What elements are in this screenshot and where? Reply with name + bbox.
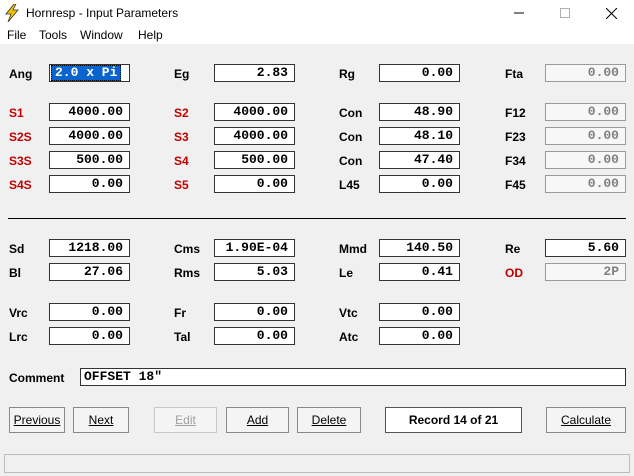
param-field-re-r5[interactable]: 5.60 (545, 239, 626, 257)
maximize-button[interactable] (542, 0, 588, 26)
param-field-lrc-r8[interactable]: 0.00 (49, 327, 130, 345)
param-field-tal-r8[interactable]: 0.00 (214, 327, 295, 345)
param-label-con-r3: Con (339, 154, 363, 168)
param-label-fr-r7: Fr (174, 306, 186, 320)
param-field-eg-r0[interactable]: 2.83 (214, 64, 295, 82)
menu-bar: File Tools Window Help (0, 26, 634, 44)
record-indicator: Record 14 of 21 (385, 407, 522, 433)
param-label-ang-r0: Ang (9, 67, 33, 81)
calculate-button[interactable]: Calculate (546, 407, 626, 433)
param-field-vrc-r7[interactable]: 0.00 (49, 303, 130, 321)
param-label-s2-r1: S2 (174, 106, 189, 120)
param-label-s5-r4: S5 (174, 178, 189, 192)
param-field-od-r6[interactable]: 2P (545, 263, 626, 281)
param-field-con-r2[interactable]: 48.10 (379, 127, 460, 145)
param-label-con-r2: Con (339, 130, 363, 144)
window-title: Hornresp - Input Parameters (26, 6, 179, 20)
param-field-fr-r7[interactable]: 0.00 (214, 303, 295, 321)
param-field-f34-r3[interactable]: 0.00 (545, 151, 626, 169)
param-label-rg-r0: Rg (339, 67, 355, 81)
section-divider (8, 218, 626, 219)
param-label-s4-r3: S4 (174, 154, 189, 168)
param-label-f12-r1: F12 (505, 106, 526, 120)
selected-text: 2.0 x Pi (51, 65, 122, 81)
delete-button[interactable]: Delete (297, 407, 361, 433)
menu-help[interactable]: Help (138, 28, 163, 42)
param-field-f45-r4[interactable]: 0.00 (545, 175, 626, 193)
param-label-le-r6: Le (339, 266, 354, 280)
param-field-s1-r1[interactable]: 4000.00 (49, 103, 130, 121)
param-label-vrc-r7: Vrc (9, 306, 28, 320)
param-field-s2-r1[interactable]: 4000.00 (214, 103, 295, 121)
param-label-bl-r6: Bl (9, 266, 21, 280)
menu-file[interactable]: File (7, 28, 26, 42)
param-label-s4s-r4: S4S (9, 178, 32, 192)
param-label-sd-r5: Sd (9, 242, 25, 256)
param-field-cms-r5[interactable]: 1.90E-04 (214, 239, 295, 257)
menu-window[interactable]: Window (80, 28, 123, 42)
param-field-rg-r0[interactable]: 0.00 (379, 64, 460, 82)
param-label-con-r1: Con (339, 106, 363, 120)
param-label-lrc-r8: Lrc (9, 330, 28, 344)
param-label-f45-r4: F45 (505, 178, 526, 192)
param-field-mmd-r5[interactable]: 140.50 (379, 239, 460, 257)
param-field-f23-r2[interactable]: 0.00 (545, 127, 626, 145)
param-label-f34-r3: F34 (505, 154, 526, 168)
param-field-vtc-r7[interactable]: 0.00 (379, 303, 460, 321)
param-label-cms-r5: Cms (174, 242, 201, 256)
param-field-sd-r5[interactable]: 1218.00 (49, 239, 130, 257)
comment-input[interactable]: OFFSET 18" (80, 368, 626, 386)
param-label-s3-r2: S3 (174, 130, 189, 144)
param-field-l45-r4[interactable]: 0.00 (379, 175, 460, 193)
minimize-button[interactable] (496, 0, 542, 26)
param-label-f23-r2: F23 (505, 130, 526, 144)
maximize-icon (560, 8, 570, 18)
param-label-rms-r6: Rms (174, 266, 201, 280)
title-bar: Hornresp - Input Parameters (0, 0, 634, 26)
param-field-f12-r1[interactable]: 0.00 (545, 103, 626, 121)
param-field-con-r1[interactable]: 48.90 (379, 103, 460, 121)
param-label-atc-r8: Atc (339, 330, 359, 344)
edit-button[interactable]: Edit (154, 407, 217, 433)
param-field-atc-r8[interactable]: 0.00 (379, 327, 460, 345)
previous-button[interactable]: Previous (9, 407, 65, 433)
param-field-fta-r0[interactable]: 0.00 (545, 64, 626, 82)
param-label-re-r5: Re (505, 242, 521, 256)
param-field-con-r3[interactable]: 47.40 (379, 151, 460, 169)
close-icon (605, 7, 617, 19)
close-button[interactable] (588, 0, 634, 26)
param-field-s4s-r4[interactable]: 0.00 (49, 175, 130, 193)
param-label-mmd-r5: Mmd (339, 242, 367, 256)
param-label-vtc-r7: Vtc (339, 306, 358, 320)
param-field-ang-r0[interactable]: 2.0 x Pi (49, 64, 130, 82)
comment-label: Comment (9, 371, 65, 385)
menu-tools[interactable]: Tools (39, 28, 67, 42)
param-field-s4-r3[interactable]: 500.00 (214, 151, 295, 169)
param-field-s5-r4[interactable]: 0.00 (214, 175, 295, 193)
param-label-eg-r0: Eg (174, 67, 190, 81)
lightning-bolt-icon (5, 4, 19, 22)
param-field-le-r6[interactable]: 0.41 (379, 263, 460, 281)
next-button[interactable]: Next (73, 407, 129, 433)
add-button[interactable]: Add (226, 407, 289, 433)
param-field-s3-r2[interactable]: 4000.00 (214, 127, 295, 145)
param-label-tal-r8: Tal (174, 330, 191, 344)
minimize-icon (514, 12, 524, 14)
param-field-bl-r6[interactable]: 27.06 (49, 263, 130, 281)
param-label-l45-r4: L45 (339, 178, 360, 192)
status-bar (4, 454, 630, 473)
param-field-s3s-r3[interactable]: 500.00 (49, 151, 130, 169)
param-label-s3s-r3: S3S (9, 154, 32, 168)
param-label-fta-r0: Fta (505, 67, 523, 81)
param-label-s2s-r2: S2S (9, 130, 32, 144)
param-label-s1-r1: S1 (9, 106, 24, 120)
param-field-s2s-r2[interactable]: 4000.00 (49, 127, 130, 145)
param-field-rms-r6[interactable]: 5.03 (214, 263, 295, 281)
param-label-od-r6: OD (505, 266, 523, 280)
